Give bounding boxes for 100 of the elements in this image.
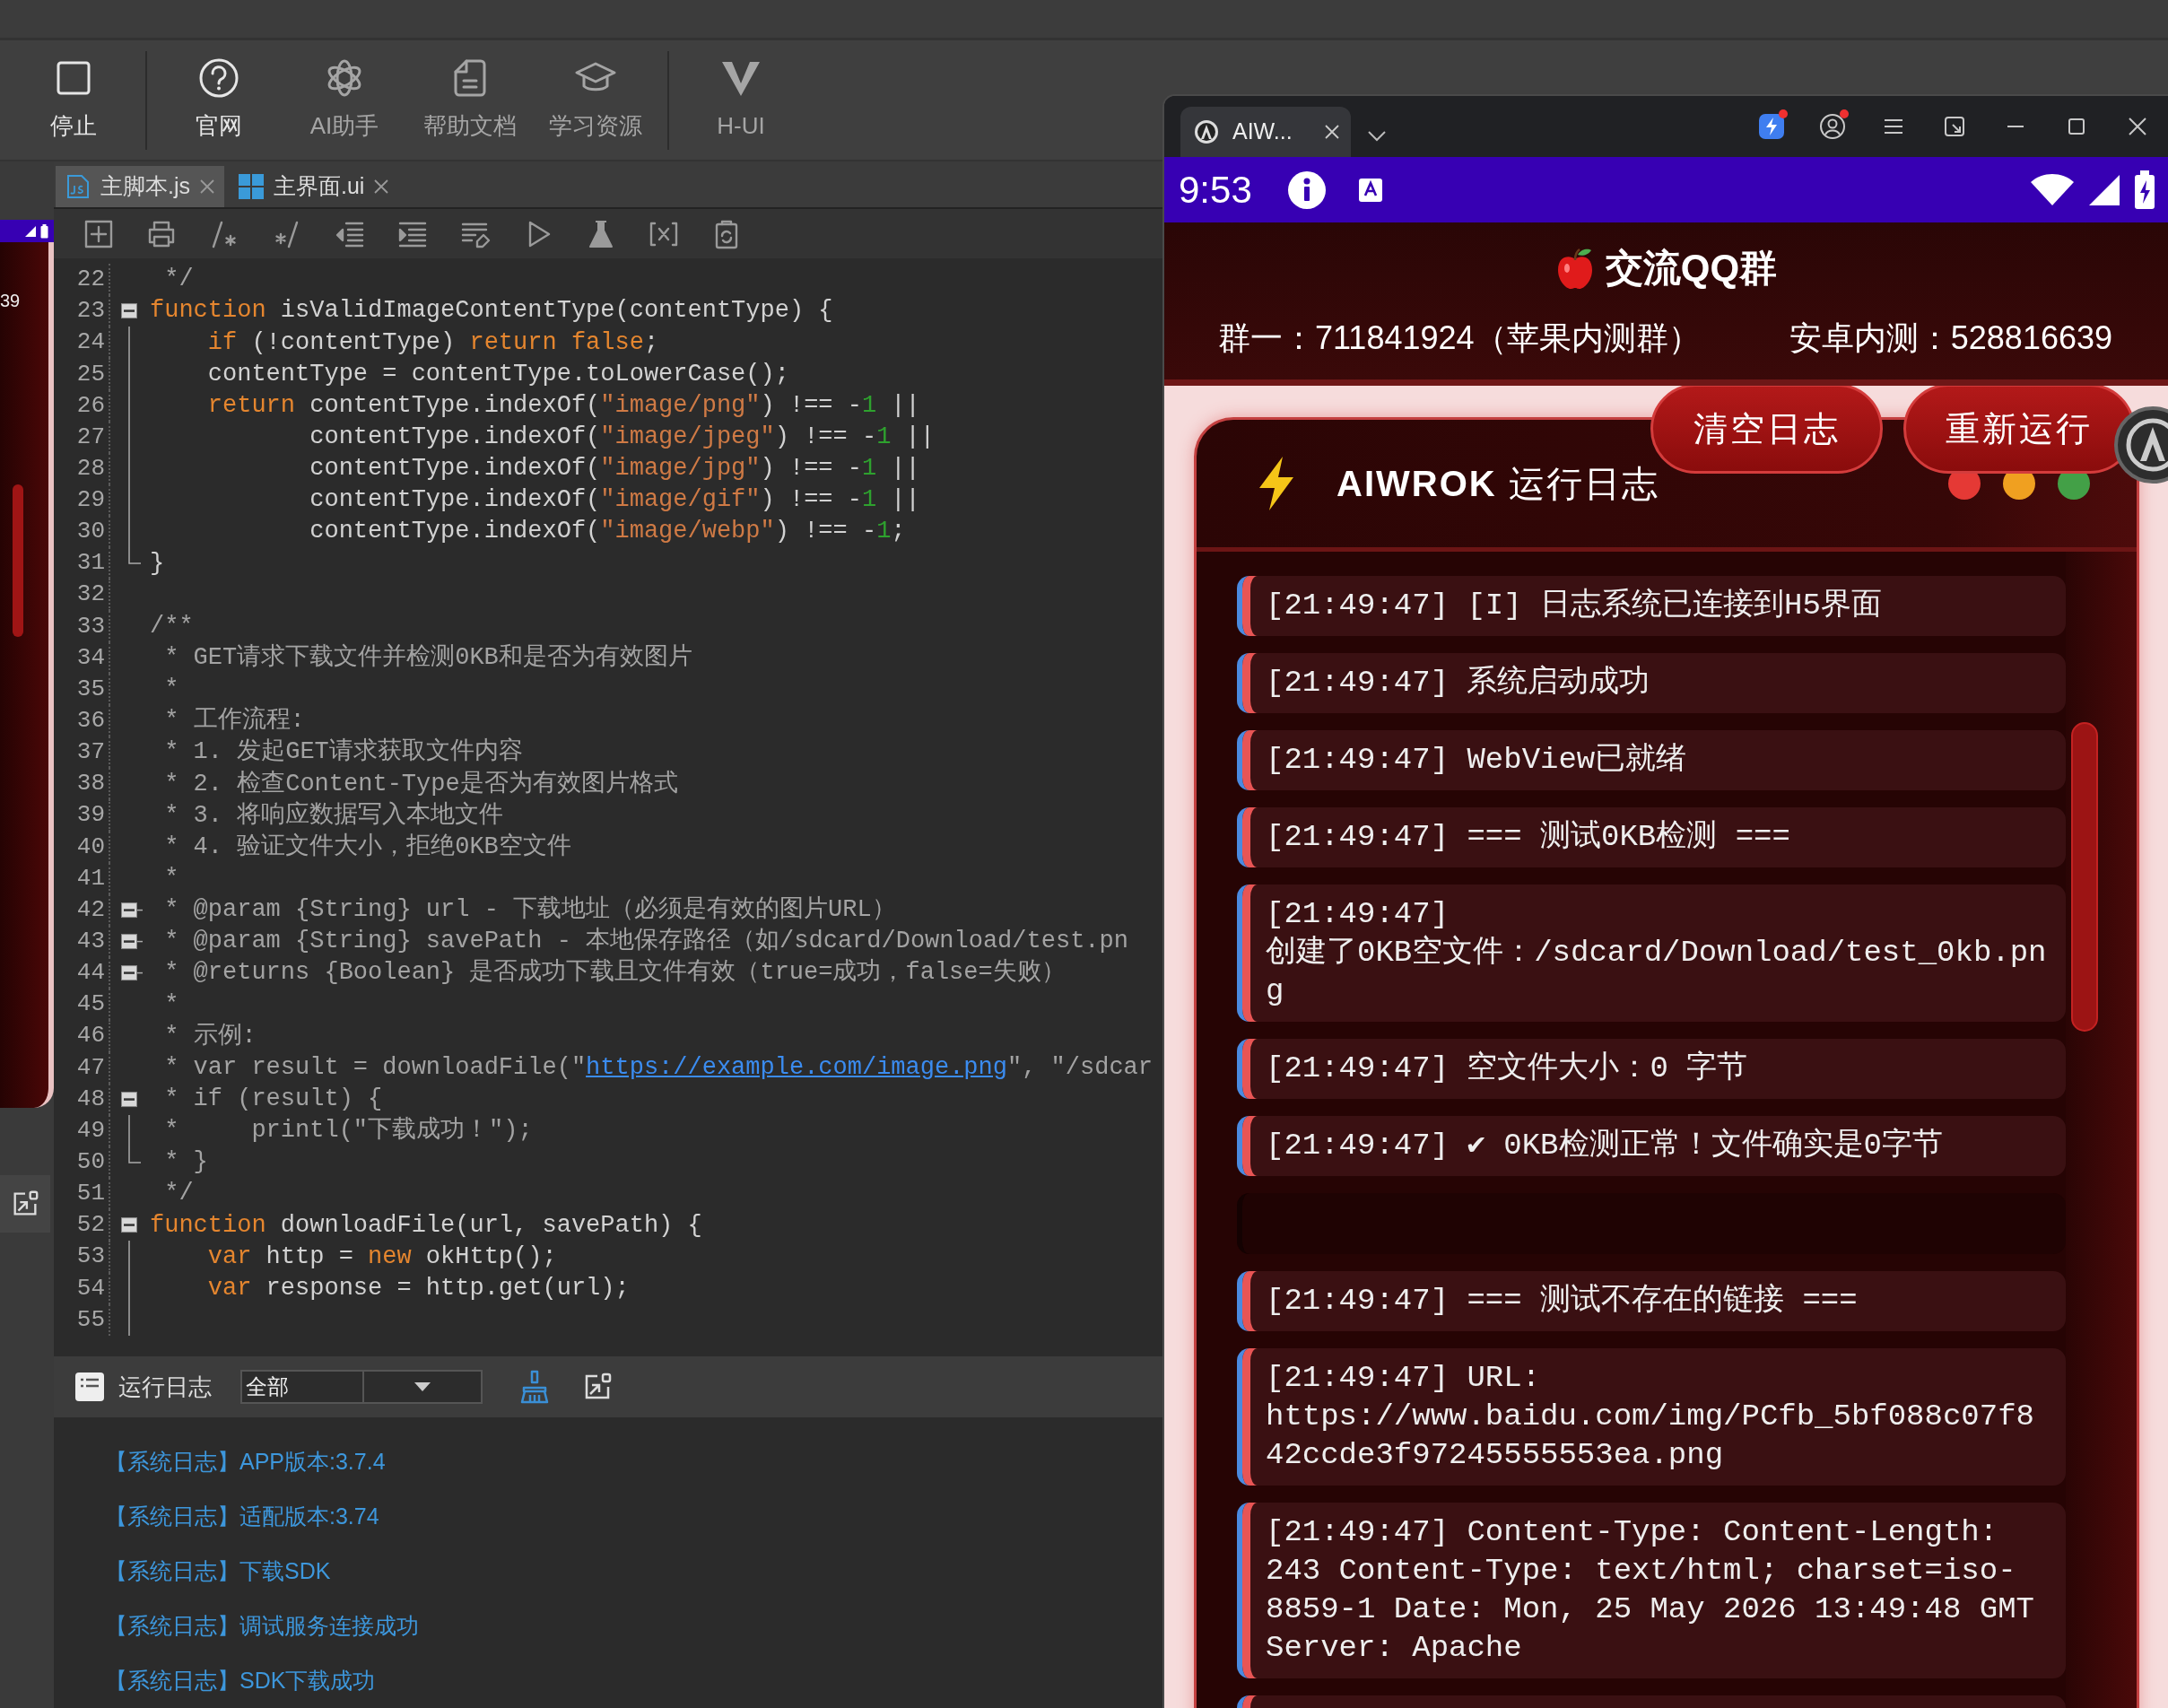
line-number: 51	[75, 1179, 105, 1209]
line-number: 29	[75, 485, 105, 516]
log-entry: [21:49:47] === 测试不存在的链接 ===	[1237, 1271, 2066, 1331]
code-line: var response = http.get(url);	[206, 1273, 630, 1303]
code-line: */	[163, 265, 194, 295]
group-title: 交流QQ群	[1605, 246, 1778, 291]
line-number: 50	[75, 1147, 105, 1177]
browser-tab[interactable]: AIW...	[1180, 107, 1351, 157]
toolbar-button[interactable]: 停止	[11, 46, 136, 154]
line-number: 23	[75, 296, 105, 327]
line-number: 33	[75, 611, 105, 641]
code-line: * 3. 将响应数据写入本地文件	[163, 800, 504, 831]
line-number: 44	[75, 958, 105, 989]
code-line: if (!contentType) return false;	[206, 327, 659, 358]
group-number-text: 群一：711841924（苹果内测群）	[1218, 318, 1701, 358]
notification-dot	[1840, 109, 1849, 118]
line-number: 34	[75, 642, 105, 673]
shield-logo-icon	[1193, 118, 1220, 145]
code-line: * if (result) {	[163, 1085, 383, 1114]
filter-dropdown[interactable]: 全部	[240, 1370, 483, 1404]
code-line: * 1. 发起GET请求获取文件内容	[163, 736, 523, 768]
code-line: * GET请求下载文件并检测0KB和是否为有效图片	[163, 642, 692, 673]
broom-icon[interactable]	[518, 1370, 551, 1404]
file-tab[interactable]: 主界面.ui	[229, 166, 399, 207]
log-entry: [21:49:47] WebView已就绪	[1237, 730, 2066, 790]
code-line: * 4. 验证文件大小，拒绝0KB空文件	[163, 832, 571, 862]
code-line: */	[163, 1179, 194, 1209]
line-number: 49	[75, 1115, 105, 1146]
log-entry: [21:49:47] ✔ 0KB检测正常！文件确实是0字节	[1237, 1116, 2066, 1176]
shield-logo-icon[interactable]	[2126, 418, 2168, 472]
code-line: contentType.indexOf("image/gif") !== -1 ||	[309, 485, 920, 516]
log-entry: [21:49:47] 创建了0KB空文件：/sdcard/Download/test_0kb.png	[1237, 884, 2066, 1022]
log-line: 【系统日志】适配版本:3.74	[105, 1503, 380, 1530]
line-number: 43	[75, 927, 105, 957]
log-line: 【系统日志】APP版本:3.7.4	[105, 1448, 387, 1476]
log-line: 【系统日志】调试服务连接成功	[105, 1612, 420, 1640]
line-number: 52	[75, 1210, 105, 1241]
grid-icon	[238, 173, 265, 200]
link[interactable]: https://example.com/image.png	[586, 1053, 1007, 1081]
account-icon[interactable]	[1818, 112, 1847, 141]
toolbar-button[interactable]: 官网	[156, 46, 282, 154]
log-line: 【系统日志】SDK下载成功	[105, 1667, 377, 1695]
lightning-app-icon[interactable]	[1757, 112, 1786, 141]
code-line: function isValidImageContentType(contentType) {	[150, 296, 833, 327]
caret-icon	[414, 1381, 431, 1392]
line-number: 32	[75, 580, 105, 610]
code-line: *	[163, 675, 179, 705]
help-icon	[197, 57, 240, 100]
log-entry: [21:49:47] 系统启动成功	[1237, 653, 2066, 713]
code-line: * 示例:	[163, 1021, 257, 1051]
line-number: 31	[75, 548, 105, 579]
line-number: 25	[75, 359, 105, 389]
log-line: 【系统日志】下载SDK	[105, 1557, 332, 1585]
line-number: 39	[75, 800, 105, 831]
action-button[interactable]: 清空日志	[1650, 386, 1883, 474]
fold-guide-line	[128, 1114, 130, 1146]
wifi-icon	[2030, 172, 2075, 207]
battery-icon	[2134, 170, 2155, 210]
code-line: contentType.indexOf("image/webp") !== -1;	[309, 517, 906, 547]
js-file-icon	[65, 173, 91, 200]
line-number: 36	[75, 706, 105, 736]
chevron-down-icon[interactable]	[1367, 130, 1387, 143]
code-line: return contentType.indexOf("image/png") !== -1 ||	[206, 390, 920, 421]
line-number: 42	[75, 894, 105, 925]
log-entry: [21:49:47] [I] 日志系统已连接到H5界面	[1237, 576, 2066, 636]
line-number: 53	[75, 1242, 105, 1272]
code-line: contentType.indexOf("image/jpg") !== -1 ||	[309, 454, 920, 484]
code-line: var http = new okHttp();	[206, 1242, 557, 1272]
line-number: 27	[75, 422, 105, 452]
fold-end-line	[128, 547, 141, 565]
code-line: function downloadFile(url, savePath) {	[150, 1210, 702, 1241]
line-number: 24	[75, 327, 105, 358]
file-tab[interactable]: 主脚本.js	[56, 166, 224, 207]
code-line: * 2. 检查Content-Type是否为有效图片格式	[163, 769, 678, 799]
log-entry: [21:49:47] URL: https://www.baidu.com/img/PCfb_5bf088c07f842ccde3f97245555553ea.png	[1237, 1348, 2066, 1486]
group-number-text: 安卓内测：528816639	[1789, 318, 2112, 358]
log-entry: [21:49:47] 空文件大小：0 字节	[1237, 1039, 2066, 1099]
code-line: contentType = contentType.toLowerCase();	[206, 359, 789, 389]
code-line: * @param {String} savePath - 本地保存路径（如/sdcard/Download/test.pn	[163, 926, 1128, 957]
code-line: * }	[163, 1147, 208, 1178]
close-icon	[199, 179, 215, 195]
list-icon	[74, 1371, 106, 1403]
line-number: 38	[75, 769, 105, 799]
clock-text: 9:53	[1179, 168, 1252, 213]
line-number: 37	[75, 737, 105, 768]
line-number: 48	[75, 1084, 105, 1114]
signal-icon	[24, 224, 37, 238]
code-line: *	[163, 989, 179, 1020]
clock-text: 39	[0, 290, 22, 312]
close-icon[interactable]	[1324, 124, 1340, 140]
line-number: 54	[75, 1273, 105, 1303]
line-number: 55	[75, 1304, 105, 1335]
info-icon	[1285, 169, 1328, 211]
line-number: 45	[75, 989, 105, 1020]
notification-dot	[1779, 109, 1788, 118]
export-button[interactable]	[0, 1175, 50, 1233]
code-line: * @returns {Boolean} 是否成功下载且文件有效（true=成功，false=失败）	[163, 957, 1066, 989]
line-number: 35	[75, 674, 105, 704]
code-line: contentType.indexOf("image/jpeg") !== -1 ||	[309, 423, 935, 453]
code-line: }	[150, 548, 165, 579]
